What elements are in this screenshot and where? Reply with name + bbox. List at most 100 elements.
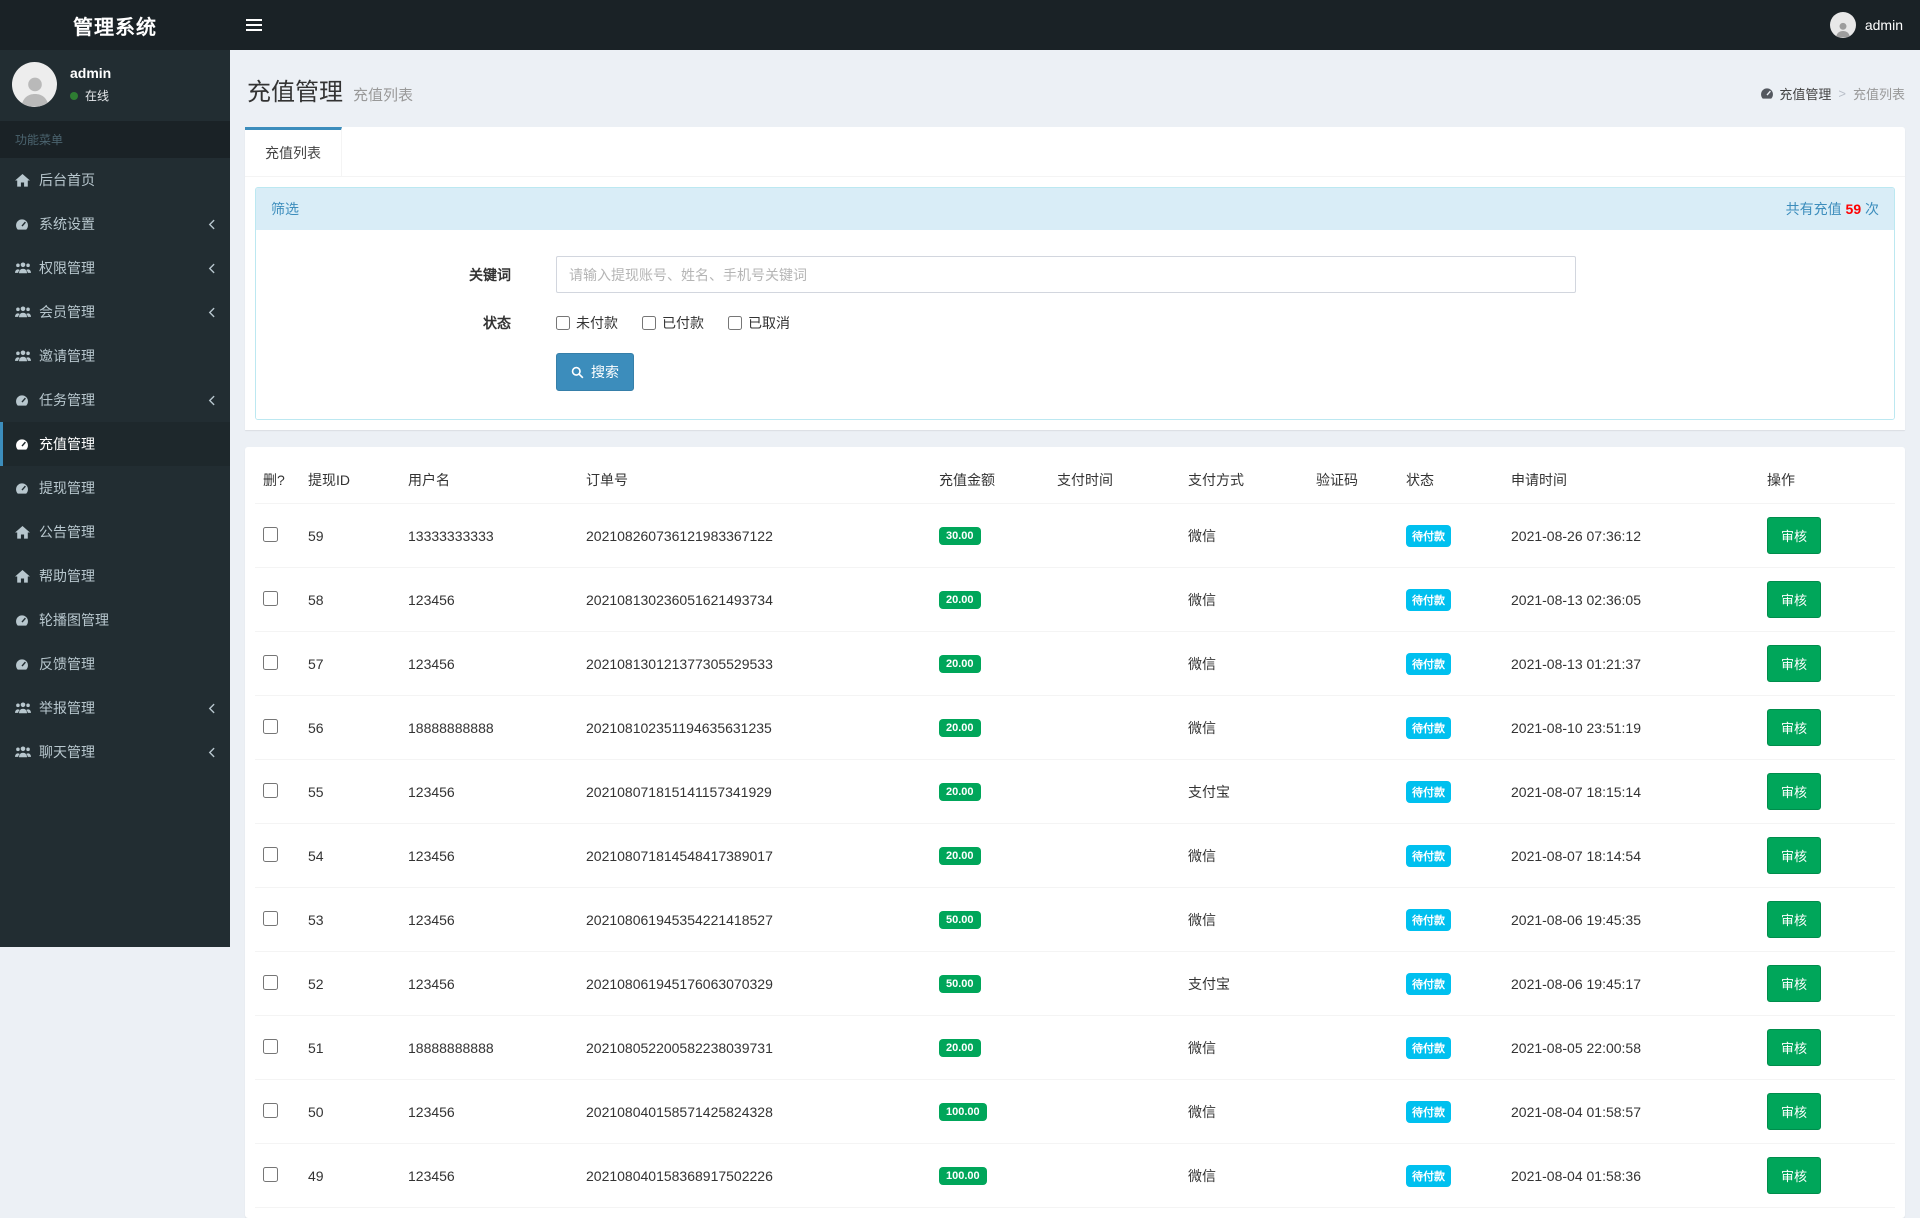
- recharge-table-box: 删?提现ID用户名订单号充值金额支付时间支付方式验证码状态申请时间操作 5913…: [245, 447, 1905, 1218]
- gauge-icon: [15, 658, 29, 671]
- sidebar-item-5[interactable]: 邀请管理: [0, 334, 230, 378]
- status-option-3[interactable]: 已取消: [728, 313, 790, 333]
- audit-button[interactable]: 审核: [1767, 517, 1821, 554]
- sidebar-item-9[interactable]: 公告管理: [0, 510, 230, 554]
- table-row: 511888888888820210805220058223803973120.…: [255, 1016, 1895, 1080]
- cell-apply-time: 2021-08-06 19:45:17: [1503, 952, 1759, 1016]
- sidebar-item-4[interactable]: 会员管理: [0, 290, 230, 334]
- search-button[interactable]: 搜索: [556, 353, 634, 391]
- status-checkbox[interactable]: [556, 316, 570, 330]
- users-icon: [15, 350, 31, 362]
- user-status-label: 在线: [85, 87, 109, 104]
- status-option-2[interactable]: 已付款: [642, 313, 704, 333]
- keyword-row: 关键词: [256, 256, 1894, 293]
- cell-order-no: 202108061945354221418527: [578, 888, 931, 952]
- audit-button[interactable]: 审核: [1767, 773, 1821, 810]
- cell-verify-code: [1308, 1144, 1398, 1208]
- sidebar-item-label: 公告管理: [39, 522, 95, 542]
- column-header: 申请时间: [1503, 457, 1759, 504]
- sidebar-item-label: 聊天管理: [39, 742, 95, 762]
- page-title: 充值管理: [247, 72, 343, 107]
- cell-id: 56: [300, 696, 400, 760]
- sidebar-item-label: 轮播图管理: [39, 610, 109, 630]
- audit-button[interactable]: 审核: [1767, 709, 1821, 746]
- user-status[interactable]: 在线: [70, 87, 111, 104]
- cell-amount: 30.00: [931, 504, 1049, 568]
- gauge-icon: [1760, 87, 1774, 100]
- sidebar-item-1[interactable]: 后台首页: [0, 158, 230, 202]
- row-checkbox[interactable]: [263, 1039, 278, 1054]
- row-checkbox[interactable]: [263, 655, 278, 670]
- sidebar-item-10[interactable]: 帮助管理: [0, 554, 230, 598]
- sidebar-item-label: 系统设置: [39, 214, 95, 234]
- row-checkbox[interactable]: [263, 911, 278, 926]
- breadcrumb-active: 充值列表: [1853, 84, 1905, 103]
- audit-button[interactable]: 审核: [1767, 581, 1821, 618]
- keyword-label: 关键词: [256, 265, 511, 285]
- gauge-icon: [15, 218, 39, 231]
- row-checkbox[interactable]: [263, 719, 278, 734]
- cell-action: 审核: [1759, 632, 1895, 696]
- cell-username: 123456: [400, 568, 578, 632]
- row-checkbox[interactable]: [263, 1103, 278, 1118]
- keyword-input[interactable]: [556, 256, 1576, 293]
- sidebar-item-11[interactable]: 轮播图管理: [0, 598, 230, 642]
- breadcrumb-link[interactable]: 充值管理: [1760, 84, 1831, 103]
- sidebar-item-2[interactable]: 系统设置: [0, 202, 230, 246]
- cell-apply-time: 2021-08-05 22:00:58: [1503, 1016, 1759, 1080]
- status-checkbox[interactable]: [728, 316, 742, 330]
- audit-button[interactable]: 审核: [1767, 837, 1821, 874]
- row-checkbox[interactable]: [263, 847, 278, 862]
- sidebar-item-12[interactable]: 反馈管理: [0, 642, 230, 686]
- cell-username: 18888888888: [400, 696, 578, 760]
- filter-title[interactable]: 筛选: [271, 199, 299, 219]
- cell-order-no: 202108052200582238039731: [578, 1016, 931, 1080]
- gauge-icon: [15, 482, 29, 495]
- gauge-icon: [15, 394, 29, 407]
- audit-button[interactable]: 审核: [1767, 1029, 1821, 1066]
- sidebar-item-label: 举报管理: [39, 698, 95, 718]
- row-checkbox[interactable]: [263, 1167, 278, 1182]
- filter-panel-header: 筛选 共有充值 59 次: [256, 188, 1894, 230]
- sidebar-item-6[interactable]: 任务管理: [0, 378, 230, 422]
- sidebar-item-7[interactable]: 充值管理: [0, 422, 230, 466]
- tab-1[interactable]: 充值列表: [245, 127, 342, 176]
- cell-order-no: 202108260736121983367122: [578, 504, 931, 568]
- row-checkbox[interactable]: [263, 783, 278, 798]
- cell-username: 123456: [400, 1080, 578, 1144]
- audit-button[interactable]: 审核: [1767, 645, 1821, 682]
- total-prefix: 共有充值: [1786, 201, 1846, 217]
- cell-pay-method: 微信: [1180, 568, 1308, 632]
- audit-button[interactable]: 审核: [1767, 965, 1821, 1002]
- status-badge: 待付款: [1406, 1101, 1451, 1123]
- user-avatar: [12, 62, 57, 107]
- sidebar-item-3[interactable]: 权限管理: [0, 246, 230, 290]
- sidebar-item-14[interactable]: 聊天管理: [0, 730, 230, 774]
- table-row: 5312345620210806194535422141852750.00微信待…: [255, 888, 1895, 952]
- audit-button[interactable]: 审核: [1767, 1093, 1821, 1130]
- cell-id: 58: [300, 568, 400, 632]
- sidebar-toggle-button[interactable]: [230, 0, 278, 50]
- cell-pay-method: 支付宝: [1180, 952, 1308, 1016]
- sidebar-item-8[interactable]: 提现管理: [0, 466, 230, 510]
- sidebar-item-label: 任务管理: [39, 390, 95, 410]
- cell-delete: [255, 952, 300, 1016]
- audit-button[interactable]: 审核: [1767, 1157, 1821, 1194]
- tab-nav: 充值列表: [245, 127, 1905, 177]
- row-checkbox[interactable]: [263, 527, 278, 542]
- status-option-label: 已取消: [748, 313, 790, 333]
- cell-id: 49: [300, 1144, 400, 1208]
- navbar-username: admin: [1865, 17, 1903, 33]
- brand-logo[interactable]: 管理系统: [0, 0, 230, 50]
- filter-body: 关键词 状态 未付款已付款已取消 搜索: [256, 230, 1894, 419]
- status-checkbox[interactable]: [642, 316, 656, 330]
- audit-button[interactable]: 审核: [1767, 901, 1821, 938]
- sidebar-item-13[interactable]: 举报管理: [0, 686, 230, 730]
- row-checkbox[interactable]: [263, 591, 278, 606]
- gauge-icon: [15, 658, 39, 671]
- status-option-1[interactable]: 未付款: [556, 313, 618, 333]
- navbar-user-menu[interactable]: admin: [1813, 0, 1920, 50]
- users-icon: [15, 746, 31, 758]
- cell-verify-code: [1308, 1080, 1398, 1144]
- row-checkbox[interactable]: [263, 975, 278, 990]
